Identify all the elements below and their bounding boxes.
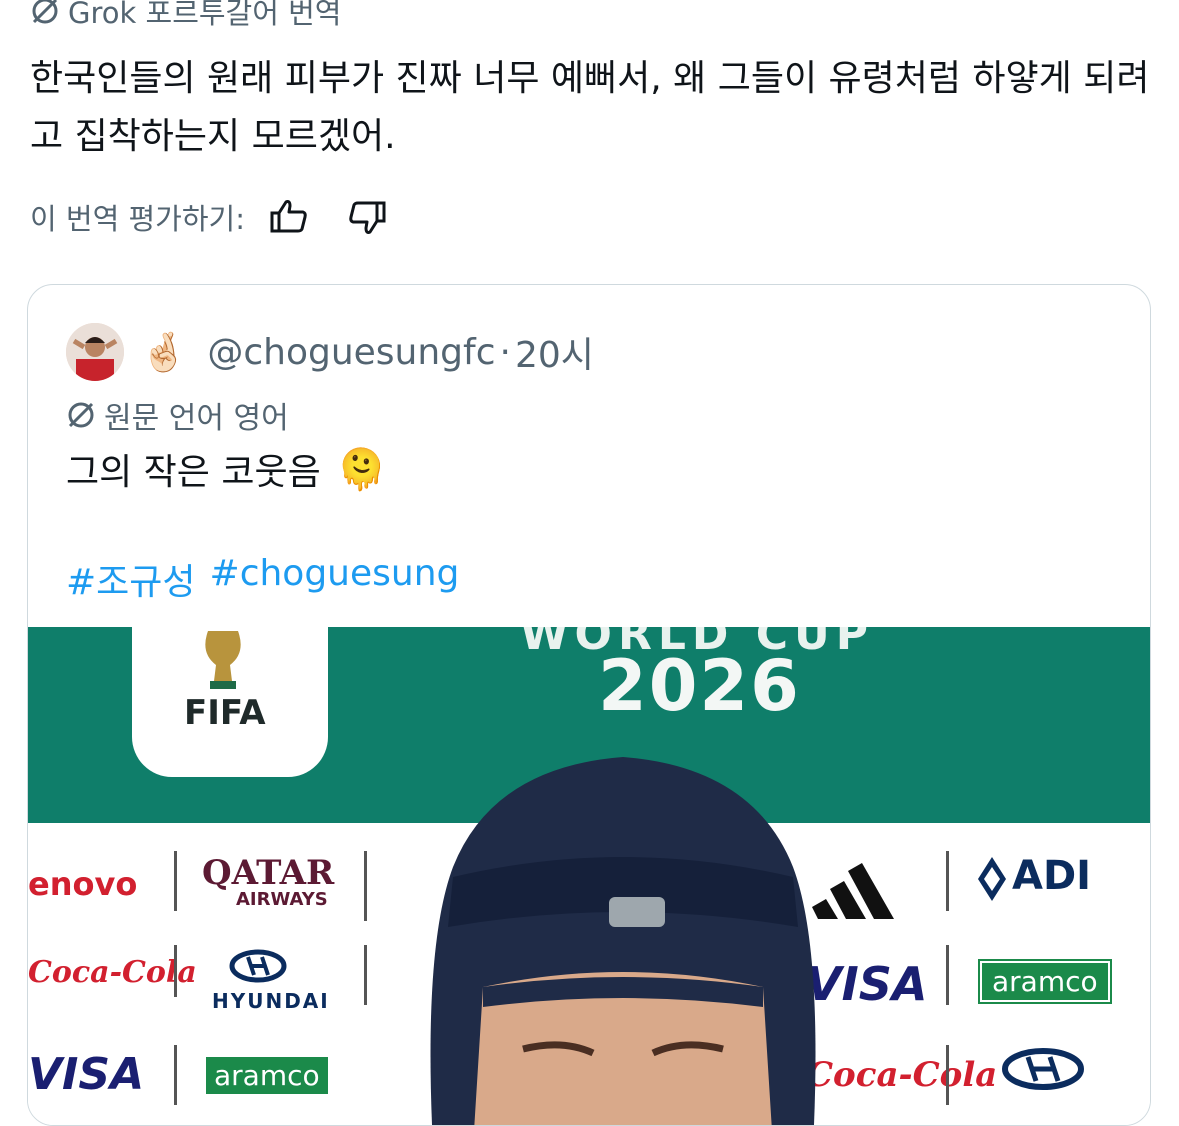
divider <box>174 851 177 911</box>
translation-header-label: Grok 포르투갈어 번역 <box>68 0 342 30</box>
sponsor-lenovo: enovo <box>28 865 138 903</box>
quoted-post-card[interactable]: 🤞🏻 @choguesungfc · 20시 원문 언어 영어 그의 작은 코웃… <box>27 284 1151 1126</box>
hyundai-logo-icon <box>229 949 287 983</box>
quoted-post-time[interactable]: 20시 <box>515 326 594 378</box>
sponsor-qatar: QATAR <box>202 853 335 893</box>
quoted-post-text: 그의 작은 코웃음 🫠 <box>66 443 387 495</box>
sponsor-coca-cola-right: Coca-Cola <box>806 1055 998 1095</box>
sponsor-aramco-right: aramco <box>978 959 1112 1004</box>
rate-translation-row: 이 번역 평가하기: <box>30 196 387 238</box>
sponsor-hyundai: HYUNDAI <box>212 989 330 1013</box>
sponsor-visa: VISA <box>28 1049 145 1100</box>
thumbs-up-button[interactable] <box>269 199 309 235</box>
fifa-label: FIFA <box>184 693 266 733</box>
thumbs-down-icon <box>349 201 386 234</box>
divider <box>946 851 949 911</box>
grok-icon <box>32 0 58 24</box>
quoted-post-media[interactable]: WORLD CUP 2026 FIFA enovo QATAR AIRWAYS … <box>28 627 1150 1125</box>
person-figure <box>430 757 816 1125</box>
sponsor-aramco: aramco <box>206 1057 328 1094</box>
divider <box>946 1045 949 1105</box>
melting-face-emoji: 🫠 <box>336 446 387 493</box>
original-language-row[interactable]: 원문 언어 영어 <box>66 393 289 437</box>
meta-separator: · <box>499 331 511 373</box>
translated-text: 한국인들의 원래 피부가 진짜 너무 예뻐서, 왜 그들이 유령처럼 하얗게 되… <box>30 58 1150 157</box>
adi-logo-icon <box>978 857 1006 901</box>
quoted-post-header: 🤞🏻 @choguesungfc · 20시 <box>66 323 594 381</box>
trophy-icon <box>205 631 241 689</box>
hashtag-row: #조규성 #choguesung <box>66 553 459 605</box>
hyundai-logo-icon <box>1002 1048 1084 1090</box>
thumbs-down-button[interactable] <box>347 199 387 235</box>
rate-translation-label: 이 번역 평가하기: <box>30 202 245 236</box>
hashtag-link[interactable]: #choguesung <box>210 553 460 605</box>
avatar[interactable] <box>66 323 124 381</box>
banner-year: 2026 <box>598 645 801 727</box>
grok-icon <box>68 402 94 428</box>
crossed-fingers-emoji: 🤞🏻 <box>140 330 188 374</box>
divider <box>364 945 367 1005</box>
divider <box>174 1045 177 1105</box>
divider <box>364 851 367 921</box>
thumbs-up-icon <box>270 200 307 233</box>
sponsor-coca-cola: Coca-Cola <box>28 955 197 990</box>
sponsor-adi: ADI <box>1012 853 1092 899</box>
divider <box>946 945 949 1005</box>
quoted-post-body: 그의 작은 코웃음 <box>66 452 321 493</box>
sponsor-airways: AIRWAYS <box>236 889 328 910</box>
hashtag-link[interactable]: #조규성 <box>66 553 196 605</box>
original-language-label: 원문 언어 영어 <box>104 401 289 436</box>
divider <box>174 945 177 997</box>
quoted-user-handle[interactable]: @choguesungfc <box>207 332 495 373</box>
translation-header: Grok 포르투갈어 번역 <box>30 0 342 32</box>
